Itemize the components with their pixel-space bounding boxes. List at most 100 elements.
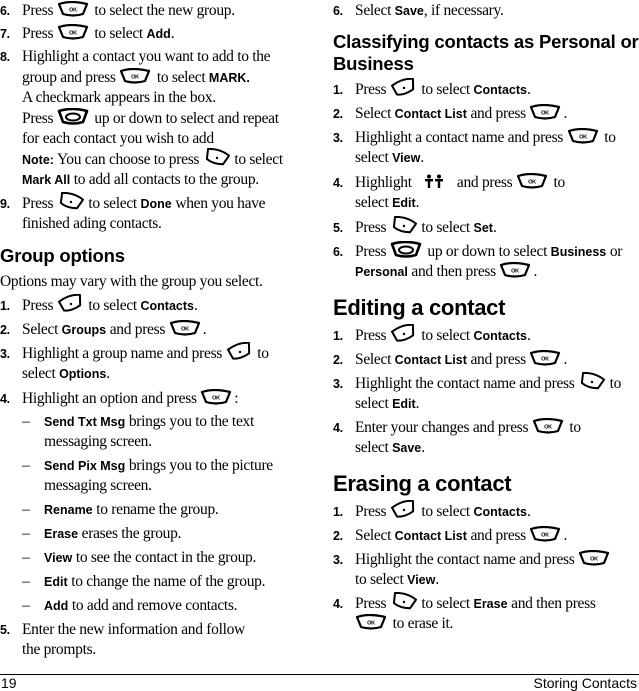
menu-term: View xyxy=(392,151,421,165)
right-soft-key-icon xyxy=(390,500,418,521)
ok-key-icon: OK xyxy=(532,417,566,435)
step-8-mark-contacts: 8. Highlight a contact you want to add t… xyxy=(0,47,318,147)
step-text: select xyxy=(355,194,389,211)
svg-text:OK: OK xyxy=(181,326,189,332)
option-edit: – Edit to change the name of the group. xyxy=(22,572,318,592)
svg-text:OK: OK xyxy=(542,532,550,538)
punctuation: . xyxy=(526,503,531,520)
step-text: Highlight the contact name and press xyxy=(355,375,575,392)
step-text: to xyxy=(257,345,269,362)
step-text: to select xyxy=(355,571,404,588)
step-text: to select xyxy=(88,297,137,314)
punctuation: . xyxy=(202,321,207,338)
svg-text:OK: OK xyxy=(512,268,520,274)
step-text: to xyxy=(569,419,581,436)
option-view: – View to see the contact in the group. xyxy=(22,548,318,568)
menu-term: Business xyxy=(550,245,607,259)
ok-key-icon: OK xyxy=(57,23,91,41)
option-name: Rename xyxy=(44,503,93,517)
step-text: Press xyxy=(22,195,54,212)
step-text: and press xyxy=(470,105,526,122)
step-text: Press xyxy=(355,327,387,344)
step-text: Press xyxy=(355,595,387,612)
step-text: select xyxy=(22,365,56,383)
left-soft-key-icon xyxy=(57,192,85,213)
step-text: when you have xyxy=(175,195,266,212)
menu-term: Edit xyxy=(392,397,416,412)
step-text: to select xyxy=(421,503,470,520)
menu-term: Contacts xyxy=(473,505,527,519)
step-text: to select xyxy=(421,81,470,98)
left-soft-key-icon xyxy=(390,592,418,613)
option-desc: brings you to the picture xyxy=(128,457,273,474)
menu-term: Contacts xyxy=(473,83,527,97)
option-name: Add xyxy=(44,599,69,613)
step-text: and press xyxy=(470,351,526,368)
ok-key-icon: OK xyxy=(529,349,563,367)
option-desc: messaging screen. xyxy=(44,433,152,450)
punctuation: . xyxy=(420,149,424,166)
punctuation: . xyxy=(106,365,110,383)
option-desc: erases the group. xyxy=(81,525,182,542)
list-dash: – xyxy=(22,597,30,614)
menu-term: View xyxy=(407,573,436,587)
step-text: select xyxy=(355,439,389,456)
step-text: to select xyxy=(156,69,206,86)
edit-step-3: 3. Highlight the contact name and press … xyxy=(333,372,639,416)
step-text: Select xyxy=(355,527,392,544)
list-dash: – xyxy=(22,501,30,518)
step-text: or xyxy=(609,243,623,260)
step-text: Press xyxy=(22,2,54,19)
menu-term: Contact List xyxy=(394,529,467,543)
step-number: 6. xyxy=(333,245,343,259)
punctuation: . xyxy=(415,194,420,211)
step-text: Press xyxy=(355,81,387,98)
step-number: 5. xyxy=(333,221,343,235)
heading-line: Business xyxy=(333,53,414,74)
step-number: 1. xyxy=(333,505,343,519)
note-label: Note: xyxy=(22,153,54,167)
punctuation: . xyxy=(533,263,538,280)
step-text: Highlight the contact name and press xyxy=(355,551,575,568)
step-9-select-done: 9. Press to select Done when you have fi… xyxy=(0,192,318,236)
step-text: Press xyxy=(22,297,54,314)
step-number: 6. xyxy=(333,4,343,18)
step-number: 4. xyxy=(333,176,343,190)
step-text: Press xyxy=(22,25,54,42)
svg-text:OK: OK xyxy=(131,74,139,80)
menu-term: Edit xyxy=(392,196,416,210)
step-number: 1. xyxy=(333,83,343,97)
step-number: 4. xyxy=(0,392,10,406)
menu-term: Groups xyxy=(61,323,107,337)
menu-term: Contact List xyxy=(394,353,467,367)
punctuation: . xyxy=(526,327,531,344)
menu-term: Erase xyxy=(473,597,508,611)
erase-step-4: 4. Press to select Erase and then press … xyxy=(333,592,639,636)
step-text: Press xyxy=(22,110,54,127)
svg-text:OK: OK xyxy=(544,424,552,430)
menu-term: Mark All xyxy=(22,173,71,188)
option-desc: brings you to the text xyxy=(128,413,254,430)
option-desc: messaging screen. xyxy=(44,477,152,494)
step-text: to erase it. xyxy=(392,615,454,633)
step-number: 3. xyxy=(333,131,343,145)
step-number: 2. xyxy=(0,323,10,337)
step-text: A checkmark appears in the box. xyxy=(22,89,216,106)
right-soft-key-icon xyxy=(57,294,85,315)
ok-key-icon: OK xyxy=(516,172,550,190)
step-text: Select xyxy=(355,105,392,122)
step-number: 3. xyxy=(333,553,343,567)
group-step-4: 4. Highlight an option and press OK: xyxy=(0,388,318,409)
step-text: Highlight a contact you want to add to t… xyxy=(22,48,271,65)
step-text: to xyxy=(604,129,616,146)
option-name: Edit xyxy=(44,575,68,589)
step-text: to select the new group. xyxy=(94,2,235,19)
punctuation: . xyxy=(563,105,568,122)
step-text: , if necessary. xyxy=(423,2,504,19)
step-text: select xyxy=(355,149,389,166)
punctuation: . xyxy=(492,219,497,236)
ok-key-icon: OK xyxy=(499,261,533,279)
step-text: Press xyxy=(355,219,387,236)
group-step-2: 2. Select Groups and press OK. xyxy=(0,319,318,340)
option-name: Erase xyxy=(44,527,79,541)
